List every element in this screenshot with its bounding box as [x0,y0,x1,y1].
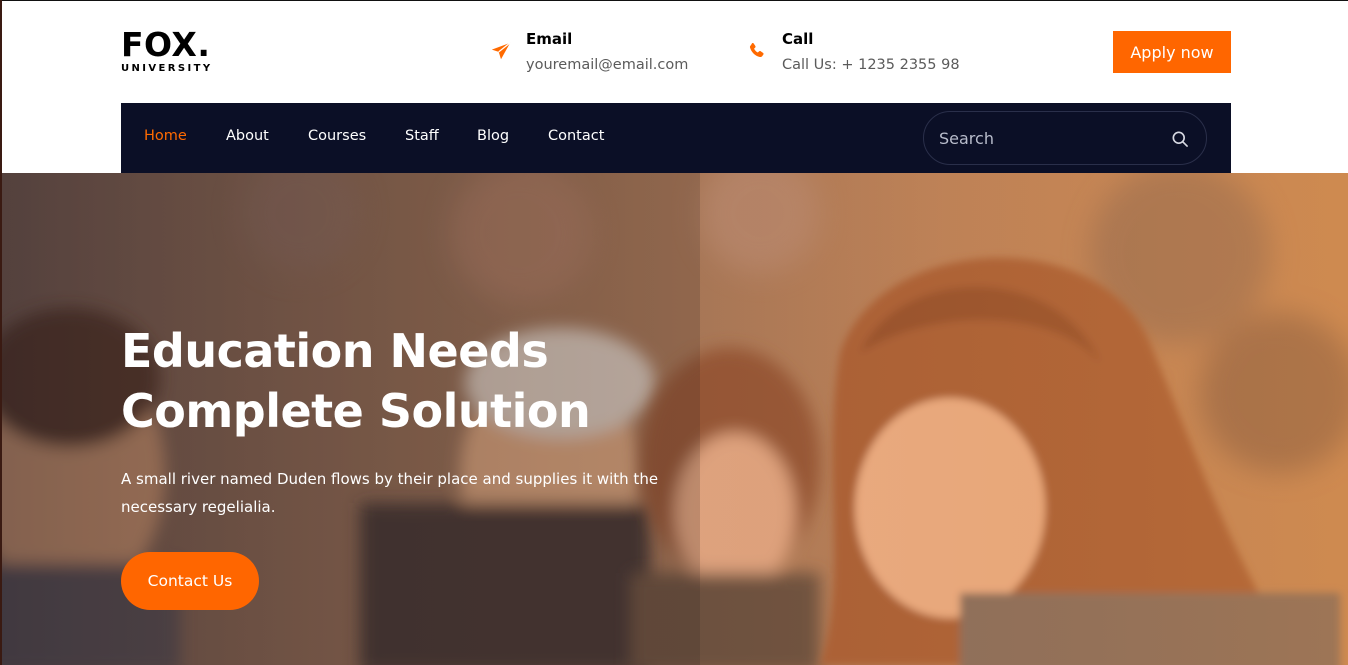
phone-icon [749,42,764,58]
apply-now-button[interactable]: Apply now [1113,31,1231,73]
logo-main-text: FOX. [121,25,211,64]
contact-us-button[interactable]: Contact Us [121,552,259,610]
hero-title-line-2: Complete Solution [121,384,591,438]
nav-item-contact[interactable]: Contact [548,128,604,144]
email-title: Email [526,30,573,48]
search-box [923,111,1207,165]
nav-item-home[interactable]: Home [144,128,187,144]
window-left-border [0,0,2,665]
search-input[interactable] [939,124,1159,152]
nav-item-blog[interactable]: Blog [477,128,509,144]
paper-plane-icon [491,42,511,60]
call-title: Call [782,30,814,48]
email-contact: Email youremail@email.com [490,28,730,78]
window-top-border [0,0,1348,1]
logo[interactable]: FOX. UNIVERSITY [121,28,212,75]
nav-item-about[interactable]: About [226,128,269,144]
nav-item-courses[interactable]: Courses [308,128,366,144]
nav-item-staff[interactable]: Staff [405,128,439,144]
call-contact: Call Call Us: + 1235 2355 98 [746,28,986,78]
logo-sub-text: UNIVERSITY [121,63,213,74]
hero-title: Education Needs Complete Solution [121,321,741,441]
hero-subtitle: A small river named Duden flows by their… [121,470,659,516]
email-value[interactable]: youremail@email.com [526,57,688,73]
main-nav: Home About Courses Staff Blog Contact [121,103,1231,173]
call-value[interactable]: Call Us: + 1235 2355 98 [782,57,960,73]
search-icon[interactable] [1170,129,1190,149]
hero-title-line-1: Education Needs [121,324,549,378]
hero-section: Education Needs Complete Solution A smal… [0,173,1348,665]
top-header: FOX. UNIVERSITY Email youremail@email.co… [0,0,1348,103]
